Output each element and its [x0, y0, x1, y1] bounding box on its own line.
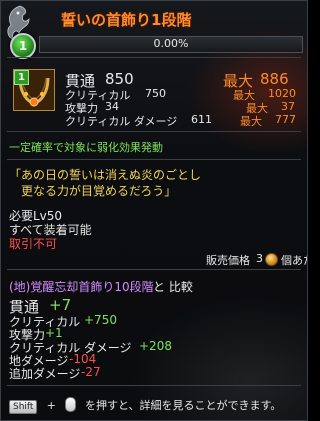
compare-suffix: と 比較	[153, 280, 193, 294]
compare-stat-value: +750	[84, 313, 117, 327]
stat-max-value: 1020	[268, 87, 296, 100]
divider	[7, 131, 301, 132]
stat-main-max-value: 886	[260, 70, 289, 88]
stat-max-label: 最大	[240, 115, 262, 128]
item-tooltip: 誓いの首飾り1段階 1 0.00% 1 貫通 850 最大 886 クリティカル…	[0, 0, 308, 421]
trade-restriction: 取引不可	[9, 237, 58, 251]
item-grade-badge: 1	[14, 70, 29, 85]
divider	[7, 57, 301, 58]
stat-value: 611	[191, 113, 212, 126]
compare-stat-value: -104	[69, 352, 97, 366]
compare-main-stat-value: +7	[49, 296, 72, 314]
item-name: 誓いの首飾り1段階	[61, 11, 192, 29]
enhance-level-badge: 1	[10, 33, 36, 59]
growth-progress-label: 0.00%	[153, 37, 189, 50]
item-effect: 一定確率で対象に弱化効果発動	[9, 141, 163, 154]
compare-stat-value: +208	[139, 339, 172, 353]
stat-max-value: 37	[281, 100, 295, 113]
compare-stat-value: +1	[45, 326, 63, 340]
stat-main-value: 850	[105, 70, 134, 88]
stat-max-value: 777	[275, 113, 296, 126]
mouse-icon	[64, 397, 76, 412]
sell-price-unit: 個あたり	[281, 254, 307, 267]
hint-plus: +	[46, 399, 56, 412]
shift-key-hint: Shift + を押すと、詳細を見ることができます。	[9, 394, 281, 414]
sell-price-label: 販売価格	[206, 254, 250, 267]
compare-stat-name: 追加ダメージ	[9, 367, 81, 381]
sell-price-amount: 3	[256, 252, 263, 265]
gold-coin-icon	[265, 253, 278, 266]
compare-stat-value: -27	[81, 365, 101, 379]
stat-name: クリティカル ダメージ	[65, 115, 178, 128]
divider	[7, 159, 301, 160]
item-flavor-text: 「あの日の誓いは消えぬ炎のごとし 更なる力が目覚めるだろう」	[9, 168, 202, 198]
compare-item-name: (地)覚醒忘却首飾り10段階	[9, 280, 154, 294]
hint-text: を押すと、詳細を見ることができます。	[84, 399, 282, 412]
divider	[7, 385, 301, 386]
stat-value: 750	[145, 87, 166, 100]
stat-value: 34	[105, 100, 119, 113]
shift-key-icon: Shift	[9, 400, 38, 414]
divider	[7, 269, 301, 270]
